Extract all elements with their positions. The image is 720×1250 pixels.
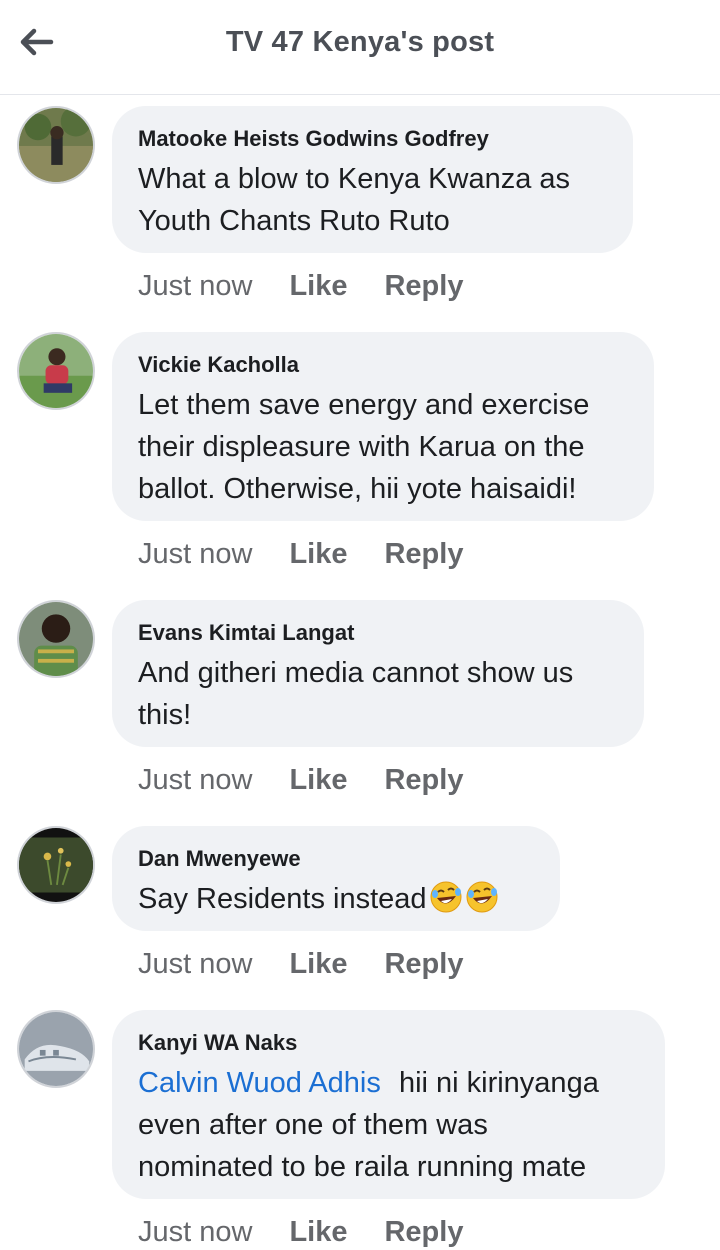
avatar[interactable]	[17, 600, 95, 678]
avatar[interactable]	[17, 332, 95, 410]
comment-author[interactable]: Vickie Kacholla	[138, 350, 628, 380]
comment-text: Say Residents instead	[138, 883, 427, 915]
mentioned-user-link[interactable]: Calvin Wuod Adhis	[138, 1067, 381, 1099]
avatar[interactable]	[17, 106, 95, 184]
comment-text-line: Youth Chants Ruto Ruto	[138, 205, 450, 237]
comment-actions: Just now Like Reply	[138, 536, 463, 572]
reply-button[interactable]: Reply	[384, 762, 463, 798]
like-button[interactable]: Like	[289, 536, 347, 572]
comment-text-line: ballot. Otherwise, hii yote haisaidi!	[138, 473, 577, 505]
comment-text-line: this!	[138, 699, 192, 731]
like-button[interactable]: Like	[289, 762, 347, 798]
comment-bubble: Dan Mwenyewe Say Residents instead	[112, 826, 560, 931]
like-button[interactable]: Like	[289, 1214, 347, 1250]
avatar[interactable]	[17, 1010, 95, 1088]
like-button[interactable]: Like	[289, 946, 347, 982]
page-title: TV 47 Kenya's post	[225, 26, 495, 58]
like-button[interactable]: Like	[289, 268, 347, 304]
rolling-on-floor-laughing-emoji	[430, 881, 462, 913]
comment-actions: Just now Like Reply	[138, 1214, 463, 1250]
comment-actions: Just now Like Reply	[138, 946, 463, 982]
comment-text-line: their displeasure with Karua on the	[138, 431, 585, 463]
reply-button[interactable]: Reply	[384, 268, 463, 304]
rolling-on-floor-laughing-emoji	[466, 881, 498, 913]
comment-text-line: What a blow to Kenya Kwanza as	[138, 163, 571, 195]
comment-timestamp: Just now	[138, 270, 253, 302]
reply-button[interactable]: Reply	[384, 1214, 463, 1250]
reply-button[interactable]: Reply	[384, 536, 463, 572]
avatar[interactable]	[17, 826, 95, 904]
comment-timestamp: Just now	[138, 538, 253, 570]
comment-timestamp: Just now	[138, 764, 253, 796]
comment-author[interactable]: Matooke Heists Godwins Godfrey	[138, 124, 607, 154]
comment-text-line: Let them save energy and exercise	[138, 389, 590, 421]
comment-text: hii ni kirinyanga	[398, 1067, 599, 1099]
comment-author[interactable]: Evans Kimtai Langat	[138, 618, 618, 648]
comment-text-line: Calvin Wuod Adhis hii ni kirinyanga	[138, 1062, 639, 1104]
comment-bubble: Matooke Heists Godwins Godfrey What a bl…	[112, 106, 633, 253]
comment-author[interactable]: Dan Mwenyewe	[138, 844, 534, 874]
comment-text-line: And githeri media cannot show us	[138, 657, 574, 689]
top-bar: TV 47 Kenya's post	[0, 0, 720, 95]
comment-bubble: Kanyi WA Naks Calvin Wuod Adhis hii ni k…	[112, 1010, 665, 1199]
comment-text-line: Say Residents instead	[138, 878, 534, 920]
comment-bubble: Vickie Kacholla Let them save energy and…	[112, 332, 654, 521]
comment-text-line: nominated to be raila running mate	[138, 1151, 587, 1183]
comment-text-line: even after one of them was	[138, 1109, 488, 1141]
comment-actions: Just now Like Reply	[138, 268, 463, 304]
reply-button[interactable]: Reply	[384, 946, 463, 982]
comment-timestamp: Just now	[138, 1216, 253, 1248]
comment-author[interactable]: Kanyi WA Naks	[138, 1028, 639, 1058]
comment-bubble: Evans Kimtai Langat And githeri media ca…	[112, 600, 644, 747]
comment-actions: Just now Like Reply	[138, 762, 463, 798]
comment-timestamp: Just now	[138, 948, 253, 980]
